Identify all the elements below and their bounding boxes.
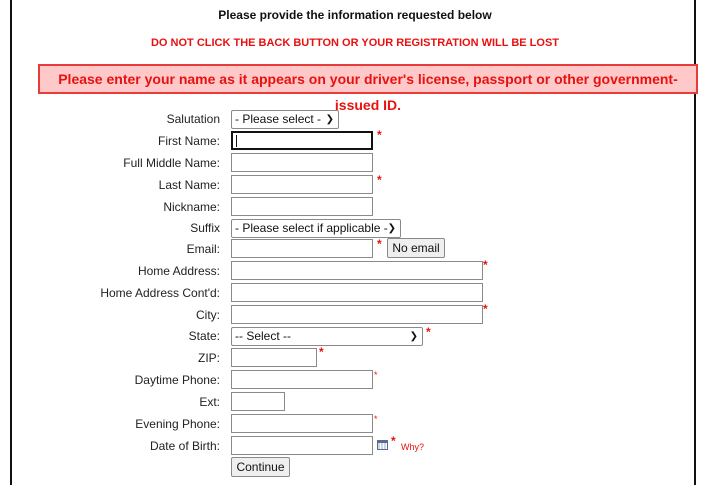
name-notice-banner: Please enter your name as it appears on …	[38, 64, 698, 113]
salutation-select[interactable]: - Please select - ❯	[231, 110, 339, 129]
back-button-warning: DO NOT CLICK THE BACK BUTTON OR YOUR REG…	[150, 37, 559, 49]
no-email-button[interactable]: No email	[387, 238, 445, 258]
state-selected: -- Select --	[235, 329, 292, 343]
first-name-input[interactable]	[231, 131, 373, 150]
middle-name-label: Full Middle Name:	[123, 156, 220, 170]
nickname-label: Nickname:	[163, 200, 220, 214]
last-name-label: Last Name:	[158, 178, 220, 192]
zip-label: ZIP:	[197, 351, 220, 365]
required-marker: *	[426, 325, 431, 339]
nickname-input[interactable]	[231, 197, 373, 216]
chevron-down-icon: ❯	[325, 114, 334, 125]
required-marker: *	[374, 370, 378, 380]
daytime-phone-label: Daytime Phone:	[134, 373, 220, 387]
why-link[interactable]: Why?	[401, 442, 424, 452]
ext-input[interactable]	[231, 392, 285, 411]
home-address-cont-input[interactable]	[231, 283, 483, 302]
chevron-down-icon: ❯	[387, 223, 396, 234]
dob-label: Date of Birth:	[149, 439, 220, 453]
daytime-phone-input[interactable]	[231, 370, 373, 389]
home-address-input[interactable]	[231, 261, 483, 280]
city-input[interactable]	[231, 305, 483, 324]
suffix-label: Suffix	[190, 221, 220, 235]
required-marker: *	[374, 414, 378, 424]
email-label: Email:	[186, 242, 220, 256]
text-cursor	[236, 135, 237, 147]
middle-name-input[interactable]	[231, 153, 373, 172]
required-marker: *	[377, 173, 382, 187]
city-label: City:	[196, 308, 220, 322]
chevron-down-icon: ❯	[409, 331, 418, 342]
calendar-icon[interactable]	[377, 440, 388, 450]
state-label: State:	[188, 329, 220, 343]
required-marker: *	[483, 258, 488, 272]
required-marker: *	[319, 345, 324, 359]
dob-input[interactable]	[231, 436, 373, 455]
salutation-selected: - Please select -	[235, 112, 322, 126]
intro-text: Please provide the information requested…	[218, 8, 492, 22]
required-marker: *	[483, 302, 488, 316]
state-select[interactable]: -- Select -- ❯	[231, 327, 423, 346]
zip-input[interactable]	[231, 348, 317, 367]
home-address-label: Home Address:	[137, 264, 220, 278]
required-marker: *	[391, 434, 396, 448]
evening-phone-label: Evening Phone:	[135, 417, 220, 431]
last-name-input[interactable]	[231, 175, 373, 194]
required-marker: *	[377, 128, 382, 142]
evening-phone-input[interactable]	[231, 414, 373, 433]
suffix-select[interactable]: - Please select if applicable - ❯	[231, 219, 401, 238]
home-address-cont-label: Home Address Cont'd:	[100, 286, 220, 300]
continue-button[interactable]: Continue	[231, 457, 290, 477]
first-name-label: First Name:	[157, 134, 220, 148]
email-input[interactable]	[231, 239, 373, 258]
registration-form-panel: Please provide the information requested…	[10, 0, 698, 485]
salutation-label: Salutation	[166, 112, 220, 126]
required-marker: *	[377, 237, 382, 251]
ext-label: Ext:	[199, 395, 220, 409]
suffix-selected: - Please select if applicable -	[235, 221, 388, 235]
